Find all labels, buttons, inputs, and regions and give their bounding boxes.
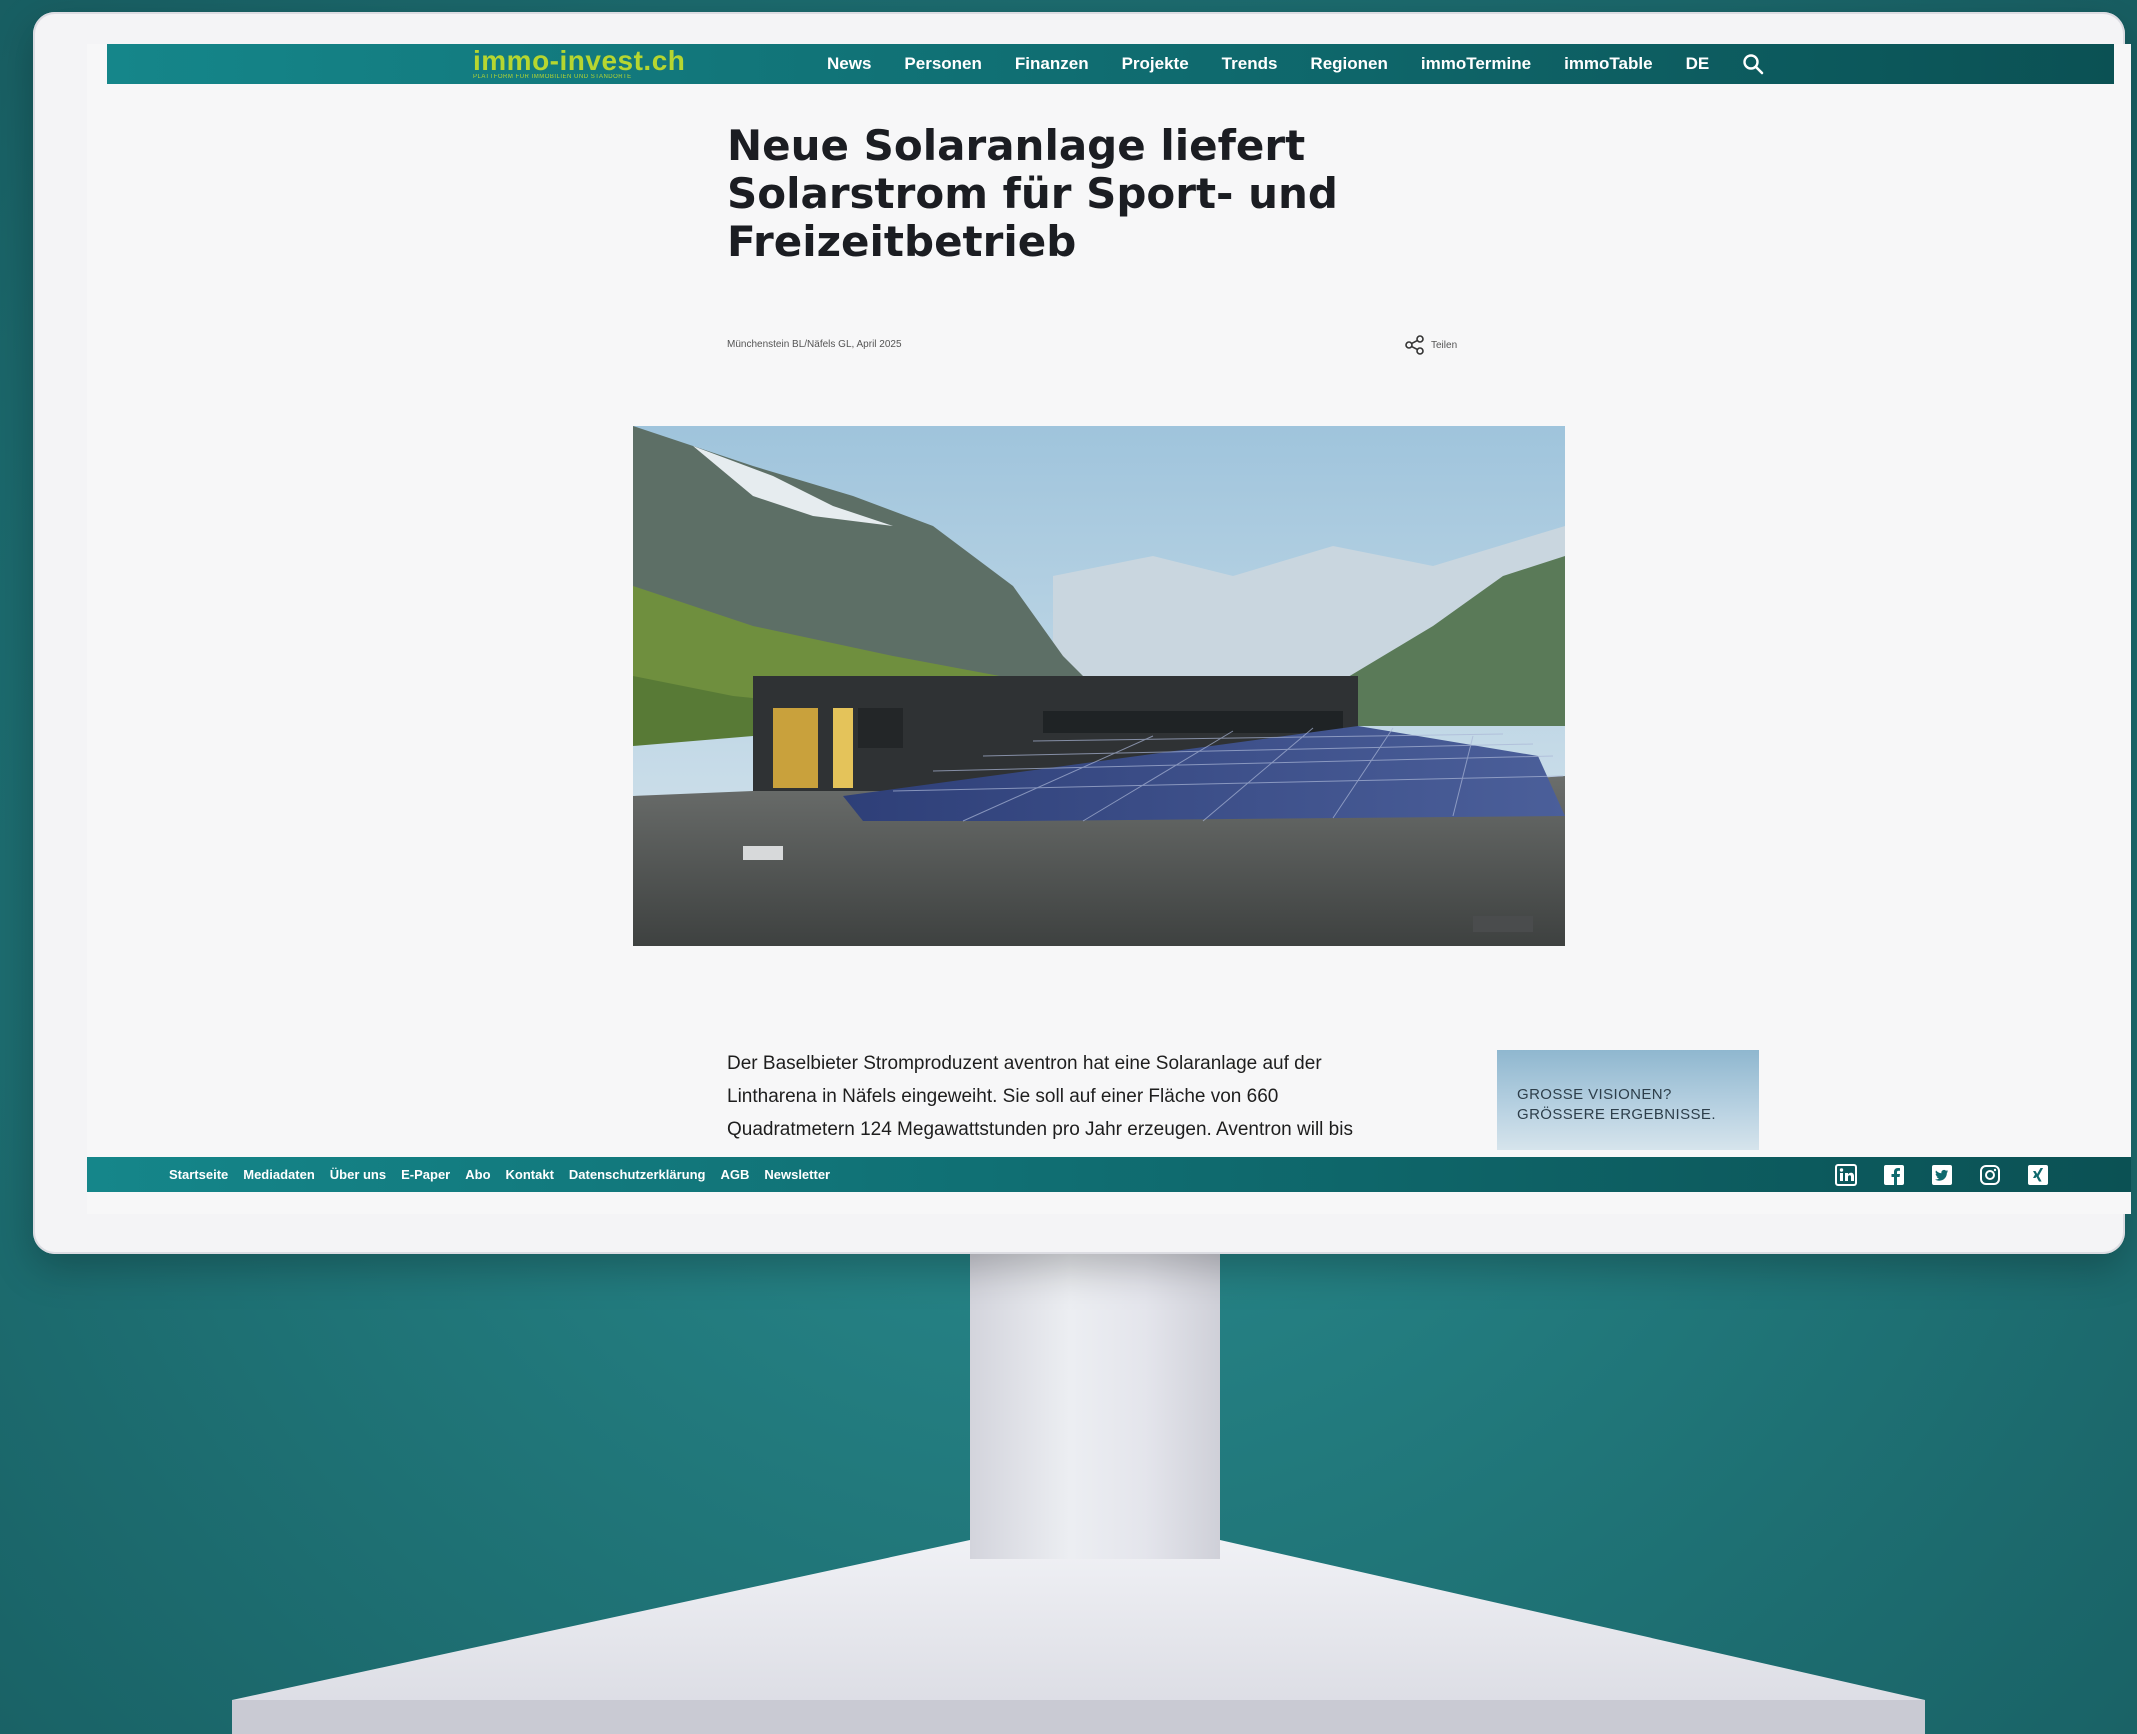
monitor-neck [970,1254,1220,1559]
nav-item-personen[interactable]: Personen [904,54,981,74]
footer-link-agb[interactable]: AGB [720,1167,749,1182]
site-logo[interactable]: immo-invest.ch [473,46,685,76]
advertisement-banner[interactable]: GROSSE VISIONEN? GRÖSSERE ERGEBNISSE. [1497,1050,1759,1150]
footer-link-mediadaten[interactable]: Mediadaten [243,1167,315,1182]
share-icon [1405,335,1424,355]
footer-link-newsletter[interactable]: Newsletter [764,1167,830,1182]
article-title: Neue Solaranlage liefert Solarstrom für … [727,121,1338,266]
article-paragraph-line: Lintharena in Näfels eingeweiht. Sie sol… [727,1086,1279,1107]
footer-link-ueber-uns[interactable]: Über uns [330,1167,386,1182]
xing-icon[interactable] [2027,1164,2049,1186]
nav-item-regionen[interactable]: Regionen [1310,54,1387,74]
share-label: Teilen [1431,339,1458,351]
share-button[interactable]: Teilen [1405,335,1457,355]
footer-link-abo[interactable]: Abo [465,1167,490,1182]
search-icon[interactable] [1742,53,1764,75]
main-nav: News Personen Finanzen Projekte Trends R… [827,44,1764,84]
site-tagline: PLATTFORM FÜR IMMOBILIEN UND STANDORTE [473,74,632,80]
social-links [1835,1157,2049,1192]
ad-subline: GRÖSSERE ERGEBNISSE. [1517,1106,1716,1123]
article-paragraph-line: Der Baselbieter Stromproduzent aventron … [727,1053,1322,1074]
footer-bar: Startseite Mediadaten Über uns E-Paper A… [87,1157,2131,1192]
browser-screen: immo-invest.ch PLATTFORM FÜR IMMOBILIEN … [87,44,2131,1214]
nav-item-immotable[interactable]: immoTable [1564,54,1652,74]
article-meta: Münchenstein BL/Näfels GL, April 2025 [727,339,902,350]
linkedin-icon[interactable] [1835,1163,1857,1186]
footer-link-startseite[interactable]: Startseite [169,1167,228,1182]
nav-item-trends[interactable]: Trends [1222,54,1278,74]
nav-item-finanzen[interactable]: Finanzen [1015,54,1089,74]
footer-link-e-paper[interactable]: E-Paper [401,1167,450,1182]
facebook-icon[interactable] [1883,1164,1905,1186]
article-hero-image [633,426,1565,946]
article-body: Der Baselbieter Stromproduzent aventron … [727,1047,1447,1146]
instagram-icon[interactable] [1979,1164,2001,1186]
article-paragraph-line: Quadratmetern 124 Megawattstunden pro Ja… [727,1119,1353,1140]
footer-links: Startseite Mediadaten Über uns E-Paper A… [169,1157,845,1192]
monitor-frame: immo-invest.ch PLATTFORM FÜR IMMOBILIEN … [33,12,2131,1254]
top-navigation-bar: immo-invest.ch PLATTFORM FÜR IMMOBILIEN … [107,44,2114,84]
twitter-icon[interactable] [1931,1164,1953,1186]
nav-item-news[interactable]: News [827,54,871,74]
ad-headline: GROSSE VISIONEN? [1517,1086,1672,1103]
nav-item-immotermine[interactable]: immoTermine [1421,54,1531,74]
footer-link-datenschutz[interactable]: Datenschutzerklärung [569,1167,706,1182]
footer-link-kontakt[interactable]: Kontakt [506,1167,554,1182]
language-switch[interactable]: DE [1686,54,1710,74]
nav-item-projekte[interactable]: Projekte [1122,54,1189,74]
